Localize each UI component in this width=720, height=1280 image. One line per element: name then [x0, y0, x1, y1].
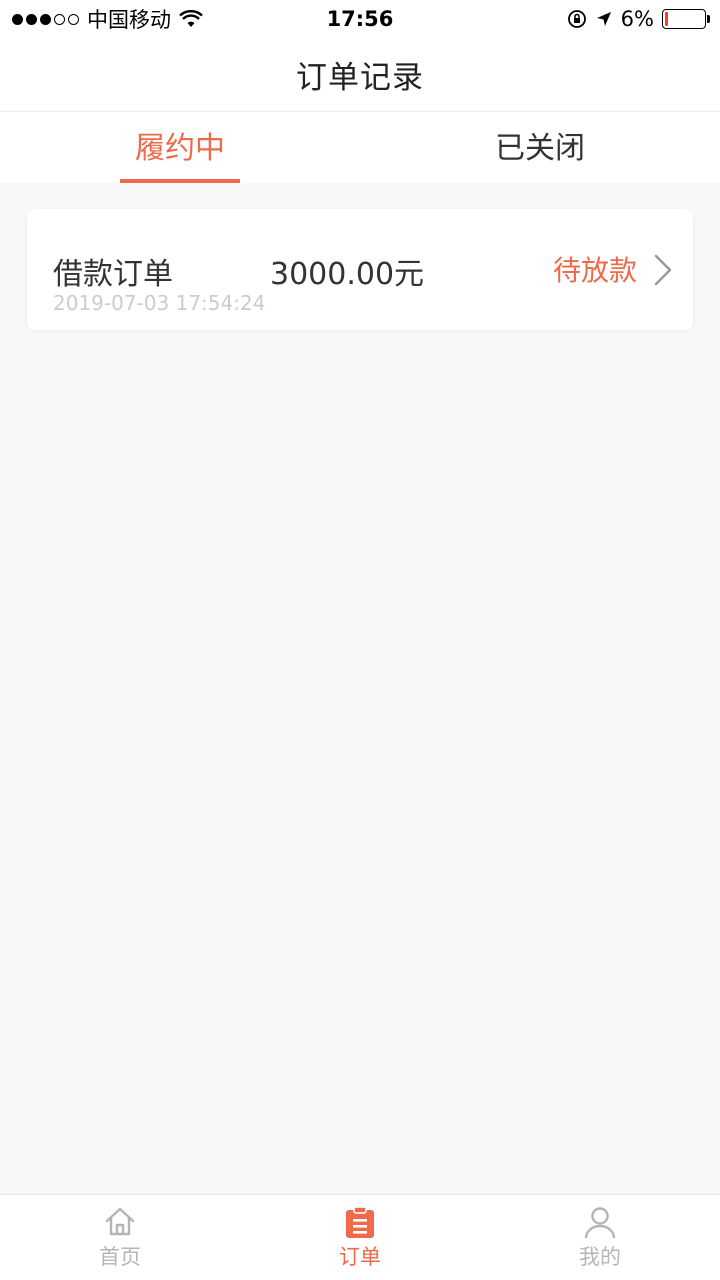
home-icon [105, 1207, 135, 1235]
tabbar-label: 首页 [99, 1244, 141, 1269]
navigation-bar: 订单记录 [0, 38, 720, 112]
order-status: 待放款 [552, 254, 637, 287]
status-bar: 中国移动 17:56 6% [0, 0, 720, 38]
order-card[interactable]: 借款订单 3000.00元 待放款 2019-07-03 17:54:24 [27, 209, 693, 330]
orientation-lock-icon [567, 10, 586, 28]
status-bar-right: 6% [567, 0, 710, 38]
page-title: 订单记录 [296, 60, 424, 96]
status-bar-left: 中国移动 [12, 0, 203, 38]
battery-percent: 6% [620, 7, 654, 31]
tab-label: 已关闭 [495, 130, 585, 166]
tabbar-label: 订单 [339, 1244, 381, 1269]
battery-icon [662, 9, 710, 29]
active-tab-indicator [120, 179, 240, 183]
tab-in-progress[interactable]: 履约中 [0, 112, 360, 183]
order-clipboard-icon [346, 1205, 374, 1238]
user-icon [584, 1206, 616, 1238]
tabbar-label: 我的 [579, 1244, 621, 1269]
signal-strength-icon [12, 13, 79, 25]
wifi-icon [179, 10, 203, 27]
bottom-tab-bar: 首页 订单 我的 [0, 1194, 720, 1280]
tabbar-item-orders[interactable]: 订单 [240, 1195, 480, 1280]
location-arrow-icon [596, 12, 611, 26]
order-type: 借款订单 [53, 257, 173, 292]
carrier-label: 中国移动 [87, 8, 171, 32]
order-records-screen: 中国移动 17:56 6% 订单记录 履约中 已关闭 借款订单 3000.00元… [0, 0, 720, 1280]
tabbar-item-home[interactable]: 首页 [0, 1195, 240, 1280]
tab-closed[interactable]: 已关闭 [360, 112, 720, 183]
order-time: 2019-07-03 17:54:24 [53, 291, 266, 315]
chevron-right-icon [654, 254, 672, 286]
tabbar-item-mine[interactable]: 我的 [480, 1195, 720, 1280]
order-amount: 3000.00元 [270, 257, 425, 292]
tab-label: 履约中 [135, 130, 225, 166]
order-status-tabs: 履约中 已关闭 [0, 112, 720, 183]
